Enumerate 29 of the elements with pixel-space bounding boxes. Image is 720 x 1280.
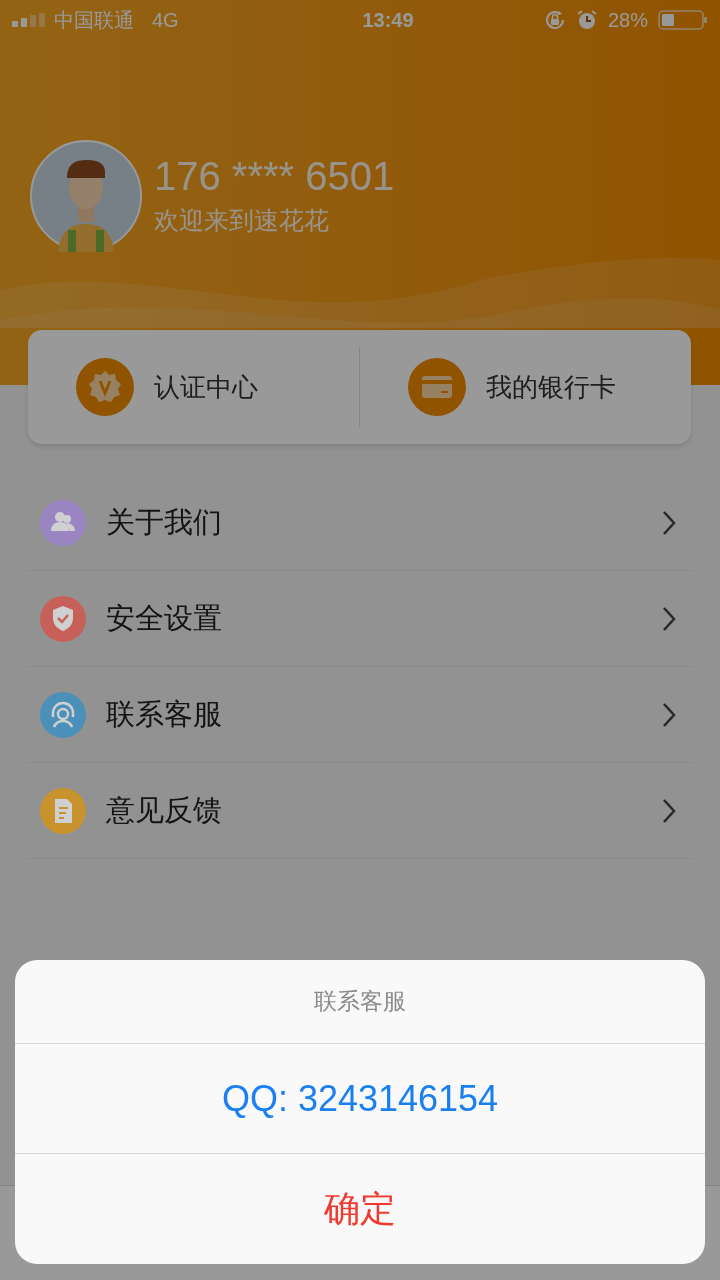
menu-item[interactable]: 安全设置	[28, 571, 692, 667]
avatar-icon	[30, 140, 142, 252]
bank-card-icon	[408, 358, 466, 416]
sheet-title: 联系客服	[314, 987, 406, 1017]
menu-label: 联系客服	[106, 696, 223, 732]
carrier-name: 中国联通	[54, 8, 134, 33]
menu-item[interactable]: 联系客服	[28, 667, 692, 763]
battery-percent: 28%	[607, 8, 648, 33]
rotation-lock-icon	[543, 9, 566, 31]
menu-label: 意见反馈	[106, 792, 223, 828]
menu-item[interactable]: 关于我们	[28, 475, 692, 571]
qq-option[interactable]: QQ: 3243146154	[15, 1044, 705, 1154]
chevron-right-icon	[662, 605, 676, 632]
quick-action-label[interactable]: 认证中心	[154, 367, 258, 407]
chevron-right-icon	[662, 509, 676, 536]
clock-time: 13:49	[361, 8, 415, 33]
alarm-icon	[575, 9, 598, 31]
menu-item[interactable]: 意见反馈	[28, 763, 692, 859]
network-type: 4G	[152, 8, 179, 33]
badge-icon	[76, 358, 134, 416]
battery-icon	[658, 9, 708, 31]
chevron-right-icon	[662, 701, 676, 728]
welcome-text: 欢迎来到速花花	[154, 205, 330, 237]
menu-label: 关于我们	[106, 504, 223, 540]
menu-label: 安全设置	[106, 600, 223, 636]
quick-action-label[interactable]: 我的银行卡	[486, 367, 616, 407]
confirm-button[interactable]: 确定	[15, 1154, 705, 1264]
phone-number: 176 **** 6501	[154, 153, 395, 201]
chevron-right-icon	[662, 797, 676, 824]
